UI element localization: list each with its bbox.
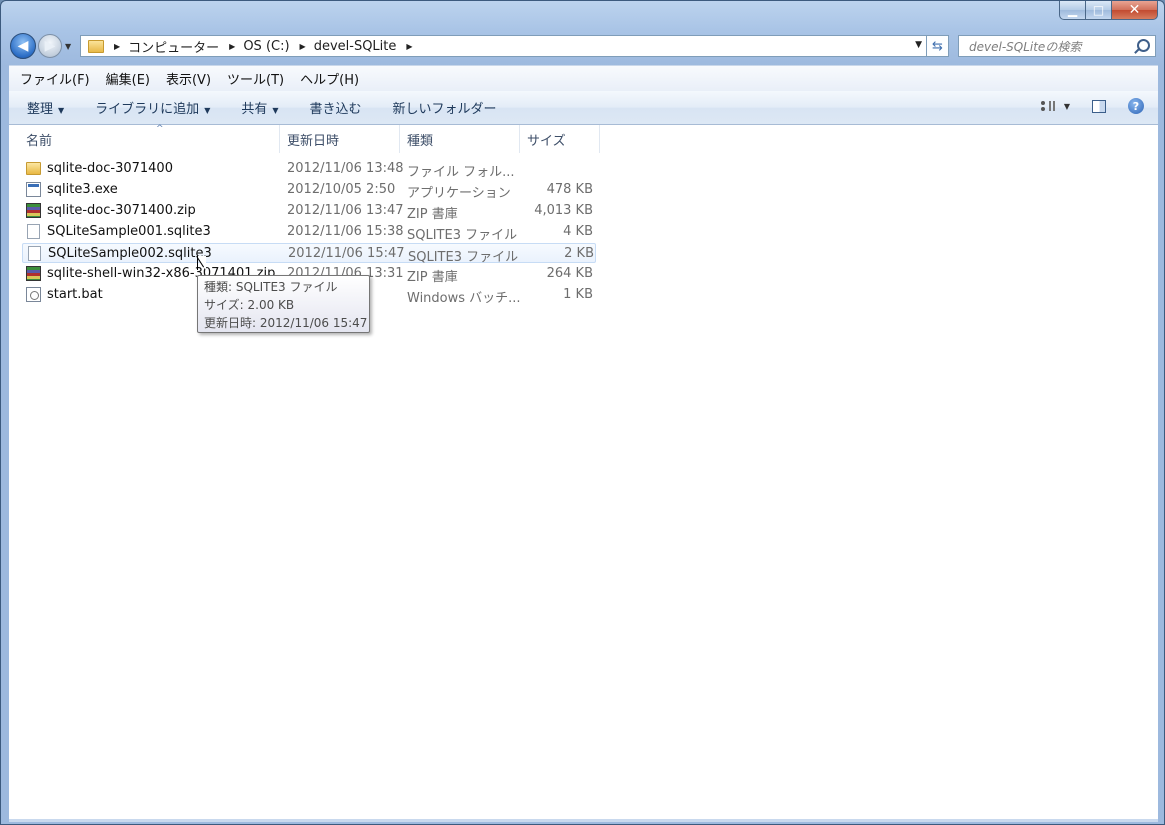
file-row[interactable]: sqlite-doc-3071400 2012/11/06 13:48 ファイル フ… xyxy=(22,159,596,180)
back-button[interactable]: ◀ xyxy=(10,33,36,59)
preview-pane-icon[interactable] xyxy=(1092,99,1106,113)
file-type: SQLITE3 ファイル xyxy=(407,228,518,243)
menu-help[interactable]: ヘルプ(H) xyxy=(300,69,359,88)
file-date: 2012/11/06 15:38 xyxy=(287,224,404,239)
file-date: 2012/11/06 13:47 xyxy=(287,203,404,218)
file-type: ファイル フォル... xyxy=(407,165,515,180)
view-controls: ▼ ? xyxy=(1040,98,1144,114)
file-size: 2 KB xyxy=(564,246,594,261)
exe-icon xyxy=(26,182,41,197)
chevron-down-icon: ▼ xyxy=(204,106,211,115)
organize-label: 整理 xyxy=(27,102,54,117)
navigation-buttons: ◀ ▶ ▼ xyxy=(10,33,71,59)
new-folder-button[interactable]: 新しいフォルダー xyxy=(393,98,497,117)
breadcrumb-chevron-icon[interactable]: ▶ xyxy=(114,42,120,51)
file-name: sqlite3.exe xyxy=(47,182,118,197)
search-box[interactable] xyxy=(958,35,1156,57)
help-icon[interactable]: ? xyxy=(1128,98,1144,114)
breadcrumb-chevron-icon[interactable]: ▶ xyxy=(300,42,306,51)
file-name: sqlite-doc-3071400.zip xyxy=(47,203,196,218)
chevron-down-icon: ▼ xyxy=(58,106,65,115)
zip-icon xyxy=(26,203,41,218)
file-size: 4,013 KB xyxy=(534,203,593,218)
file-type: Windows バッチ... xyxy=(407,291,521,306)
file-type: ZIP 書庫 xyxy=(407,207,458,222)
file-name: SQLiteSample001.sqlite3 xyxy=(47,224,211,239)
menu-file[interactable]: ファイル(F) xyxy=(20,69,90,88)
status-bar xyxy=(9,819,1158,822)
file-name: sqlite-doc-3071400 xyxy=(47,161,173,176)
address-dropdown-icon[interactable]: ▼ xyxy=(915,40,922,50)
address-bar[interactable]: ▶ コンピューター ▶ OS (C:) ▶ devel-SQLite ▶ ▼ xyxy=(80,35,927,57)
search-icon[interactable] xyxy=(1137,39,1150,52)
folder-icon xyxy=(26,162,41,175)
maximize-button[interactable]: □ xyxy=(1086,1,1112,20)
close-button[interactable]: ✕ xyxy=(1112,1,1158,20)
column-header-name[interactable]: 名前 ^ xyxy=(20,124,280,153)
document-icon xyxy=(28,246,41,261)
add-to-library-button[interactable]: ライブラリに追加 ▼ xyxy=(95,98,210,117)
file-row[interactable]: SQLiteSample002.sqlite3 2012/11/06 15:47 S… xyxy=(22,243,596,265)
burn-button[interactable]: 書き込む xyxy=(310,98,362,117)
arrow-left-icon: ◀ xyxy=(17,38,29,54)
view-options-icon[interactable] xyxy=(1040,101,1055,111)
breadcrumb-chevron-icon[interactable]: ▶ xyxy=(406,42,412,51)
file-type: ZIP 書庫 xyxy=(407,270,458,285)
file-size: 264 KB xyxy=(546,266,593,281)
document-icon xyxy=(27,224,40,239)
arrow-right-icon: ▶ xyxy=(44,38,56,54)
column-header-size[interactable]: サイズ xyxy=(520,125,600,153)
recent-pages-dropdown-icon[interactable]: ▼ xyxy=(65,42,71,51)
file-size: 4 KB xyxy=(563,224,593,239)
minimize-button[interactable]: ▁ xyxy=(1059,1,1086,20)
tooltip-modified: 更新日時: 2012/11/06 15:47 xyxy=(204,316,368,330)
refresh-button[interactable]: ⇆ xyxy=(927,35,949,57)
menu-view[interactable]: 表示(V) xyxy=(166,69,211,88)
file-tooltip: 種類: SQLITE3 ファイル サイズ: 2.00 KB 更新日時: 2012… xyxy=(197,275,370,333)
forward-button[interactable]: ▶ xyxy=(38,34,62,58)
file-name: start.bat xyxy=(47,287,103,302)
file-type: SQLITE3 ファイル xyxy=(408,250,519,265)
folder-icon xyxy=(88,39,104,53)
column-header-type[interactable]: 種類 xyxy=(400,125,520,153)
file-row[interactable]: sqlite3.exe 2012/10/05 2:50 アプリケーション 478 KB xyxy=(22,180,596,201)
column-header-date[interactable]: 更新日時 xyxy=(280,125,400,153)
batch-icon xyxy=(26,287,41,302)
file-row[interactable]: SQLiteSample001.sqlite3 2012/11/06 15:38 S… xyxy=(22,222,596,243)
breadcrumb-chevron-icon[interactable]: ▶ xyxy=(229,42,235,51)
file-size: 478 KB xyxy=(546,182,593,197)
zip-icon xyxy=(26,266,41,281)
file-date: 2012/11/06 13:48 xyxy=(287,161,404,176)
file-name: SQLiteSample002.sqlite3 xyxy=(48,246,212,261)
file-date: 2012/11/06 15:47 xyxy=(288,246,405,261)
add-to-library-label: ライブラリに追加 xyxy=(95,102,200,117)
file-type: アプリケーション xyxy=(407,186,511,201)
command-bar: 整理 ▼ ライブラリに追加 ▼ 共有 ▼ 書き込む 新しいフォルダー ▼ ? xyxy=(9,91,1158,125)
file-row[interactable]: sqlite-doc-3071400.zip 2012/11/06 13:47 ZI… xyxy=(22,201,596,222)
file-size: 1 KB xyxy=(563,287,593,302)
organize-button[interactable]: 整理 ▼ xyxy=(27,98,64,117)
breadcrumb-computer[interactable]: コンピューター xyxy=(128,37,219,56)
share-button[interactable]: 共有 ▼ xyxy=(241,98,278,117)
search-input[interactable] xyxy=(967,37,1141,57)
file-date: 2012/10/05 2:50 xyxy=(287,182,396,197)
share-label: 共有 xyxy=(241,102,268,117)
explorer-window: ▁ □ ✕ ◀ ▶ ▼ ▶ コンピューター ▶ OS (C:) ▶ devel-… xyxy=(0,0,1165,825)
sort-ascending-icon: ^ xyxy=(156,124,164,134)
breadcrumb-folder[interactable]: devel-SQLite xyxy=(314,39,397,54)
view-dropdown-icon[interactable]: ▼ xyxy=(1064,102,1070,111)
tooltip-type: 種類: SQLITE3 ファイル xyxy=(204,280,338,294)
chevron-down-icon: ▼ xyxy=(272,106,279,115)
column-name-label: 名前 xyxy=(26,133,53,149)
file-list: 名前 ^ 更新日時 種類 サイズ sqlite-doc-3071400 2012/… xyxy=(9,124,1158,819)
refresh-icon: ⇆ xyxy=(932,38,943,54)
menu-bar: ファイル(F) 編集(E) 表示(V) ツール(T) ヘルプ(H) xyxy=(9,65,1158,91)
title-buttons: ▁ □ ✕ xyxy=(1059,1,1158,21)
tooltip-size: サイズ: 2.00 KB xyxy=(204,298,295,312)
menu-edit[interactable]: 編集(E) xyxy=(106,69,150,88)
breadcrumb-drive[interactable]: OS (C:) xyxy=(243,39,289,54)
menu-tools[interactable]: ツール(T) xyxy=(227,69,284,88)
